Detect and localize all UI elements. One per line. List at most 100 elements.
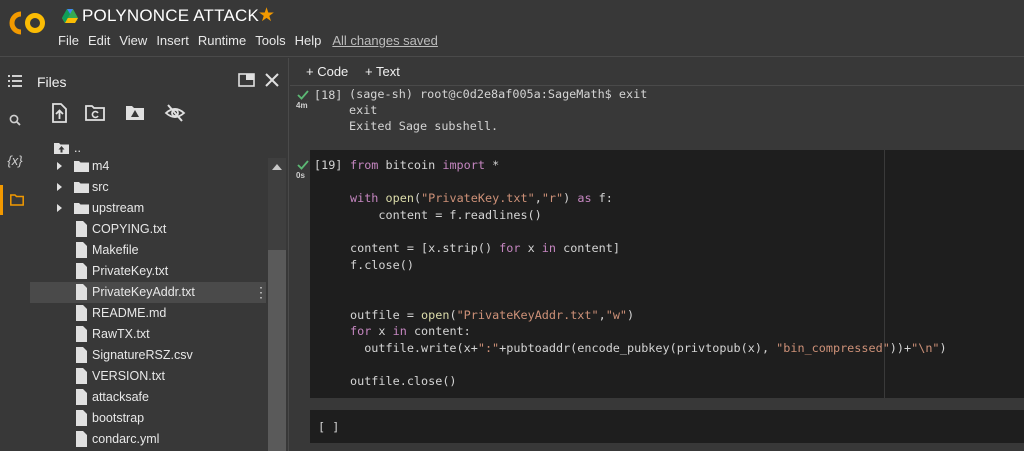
run-time: 4m xyxy=(296,101,308,110)
folder-item[interactable]: upstream xyxy=(30,198,266,219)
code-line: for x in content: xyxy=(350,324,471,338)
menu-runtime[interactable]: Runtime xyxy=(198,33,246,48)
code-line: content = [x.strip() for x in content] xyxy=(350,241,620,255)
code-line: from bitcoin import * xyxy=(350,158,500,172)
file-icon xyxy=(76,305,87,321)
file-item[interactable]: SignatureRSZ.csv xyxy=(30,345,266,366)
files-title: Files xyxy=(37,74,67,90)
drive-icon xyxy=(62,9,78,23)
file-name: SignatureRSZ.csv xyxy=(92,348,193,362)
file-name: attacksafe xyxy=(92,390,149,404)
save-status-link[interactable]: All changes saved xyxy=(332,33,438,48)
star-icon[interactable]: ★ xyxy=(258,4,275,27)
output-line: exit xyxy=(349,103,378,117)
scroll-up-icon[interactable] xyxy=(272,164,282,170)
add-text-button[interactable]: + Text xyxy=(365,64,400,79)
file-item[interactable]: COPYING.txt xyxy=(30,219,266,240)
variables-icon[interactable]: {x} xyxy=(0,145,30,175)
file-icon xyxy=(76,431,87,447)
menu-file[interactable]: File xyxy=(58,33,79,48)
empty-code-cell[interactable]: [ ] xyxy=(310,410,1024,443)
folder-up-icon xyxy=(54,143,69,154)
file-icon xyxy=(76,326,87,342)
hide-files-icon[interactable] xyxy=(164,102,186,124)
upload-icon[interactable] xyxy=(48,102,70,124)
output-line: (sage-sh) root@c0d2e8af005a:SageMath$ ex… xyxy=(349,87,648,101)
file-item[interactable]: PrivateKey.txt xyxy=(30,261,266,282)
code-cell-19[interactable]: [19] from bitcoin import * with open("Pr… xyxy=(310,150,1024,398)
output-line: Exited Sage subshell. xyxy=(349,119,499,133)
file-item[interactable]: bootstrap xyxy=(30,408,266,429)
close-icon[interactable] xyxy=(262,70,282,90)
cell-18-output: 4m [18] (sage-sh) root@c0d2e8af005a:Sage… xyxy=(290,86,1024,142)
menu-help[interactable]: Help xyxy=(295,33,322,48)
file-name: PrivateKey.txt xyxy=(92,264,169,278)
check-icon xyxy=(297,160,309,170)
chevron-right-icon[interactable] xyxy=(54,161,64,171)
search-icon[interactable] xyxy=(0,105,30,135)
file-icon xyxy=(76,347,87,363)
code-line: f.close() xyxy=(350,258,414,272)
refresh-folder-icon[interactable] xyxy=(84,102,106,124)
menu-tools[interactable]: Tools xyxy=(255,33,285,48)
code-line: outfile.close() xyxy=(350,374,457,388)
folder-icon xyxy=(74,203,89,214)
code-line: with open("PrivateKey.txt","r") as f: xyxy=(350,191,613,205)
line-length-ruler xyxy=(884,150,885,398)
more-vert-icon[interactable]: ⋮ xyxy=(254,284,268,301)
file-item[interactable]: VERSION.txt xyxy=(30,366,266,387)
file-icon xyxy=(76,242,87,258)
file-name: bootstrap xyxy=(92,411,145,425)
folder-item[interactable]: m4 xyxy=(30,156,266,177)
open-in-tab-icon[interactable] xyxy=(237,70,257,90)
file-item[interactable]: Makefile xyxy=(30,240,266,261)
file-icon xyxy=(76,410,87,426)
toc-icon[interactable] xyxy=(0,66,30,96)
menu-view[interactable]: View xyxy=(119,33,147,48)
file-name: condarc.yml xyxy=(92,432,160,446)
file-name: m4 xyxy=(92,159,110,173)
header: POLYNONCE ATTACK ★ File Edit View Insert… xyxy=(0,0,1024,57)
code-line: content = f.readlines() xyxy=(350,208,542,222)
scrollbar-thumb[interactable] xyxy=(268,250,286,451)
cell-prompt[interactable]: [ ] xyxy=(318,420,339,434)
folder-item[interactable]: src xyxy=(30,177,266,198)
notebook-title[interactable]: POLYNONCE ATTACK xyxy=(82,6,259,26)
mount-drive-icon[interactable] xyxy=(124,102,146,124)
check-icon xyxy=(297,90,309,100)
menu-edit[interactable]: Edit xyxy=(88,33,110,48)
chevron-right-icon[interactable] xyxy=(54,182,64,192)
file-name: Makefile xyxy=(92,243,139,257)
colab-logo[interactable] xyxy=(8,10,46,36)
file-icon xyxy=(76,389,87,405)
add-code-button[interactable]: + Code xyxy=(306,64,348,79)
file-item[interactable]: README.md xyxy=(30,303,266,324)
files-scrollbar[interactable] xyxy=(268,158,286,451)
files-panel: Files .. m4 src upstream COPYING.txt Mak… xyxy=(30,58,289,451)
file-name: COPYING.txt xyxy=(92,222,167,236)
notebook-area: + Code + Text 4m [18] (sage-sh) root@c0d… xyxy=(290,58,1024,451)
menu-insert[interactable]: Insert xyxy=(156,33,189,48)
chevron-right-icon[interactable] xyxy=(54,203,64,213)
file-icon xyxy=(76,221,87,237)
parent-folder-label: .. xyxy=(74,141,81,155)
file-name: RawTX.txt xyxy=(92,327,150,341)
file-name: PrivateKeyAddr.txt xyxy=(92,285,195,299)
file-item-selected[interactable]: PrivateKeyAddr.txt ⋮ xyxy=(30,282,268,303)
file-name: VERSION.txt xyxy=(92,369,165,383)
file-name: upstream xyxy=(92,201,145,215)
folder-icon xyxy=(74,182,89,193)
file-icon xyxy=(76,263,87,279)
run-time: 0s xyxy=(296,171,305,180)
file-icon xyxy=(76,284,87,300)
file-item[interactable]: RawTX.txt xyxy=(30,324,266,345)
folder-icon[interactable] xyxy=(0,185,30,215)
file-item[interactable]: condarc.yml xyxy=(30,429,266,450)
code-line: outfile = open("PrivateKeyAddr.txt","w") xyxy=(350,308,635,322)
cell-prompt: [18] xyxy=(314,88,343,102)
menu-bar: File Edit View Insert Runtime Tools Help… xyxy=(58,33,447,48)
folder-icon xyxy=(74,161,89,172)
cell-prompt: [19] xyxy=(314,158,343,172)
file-name: README.md xyxy=(92,306,167,320)
file-item[interactable]: attacksafe xyxy=(30,387,266,408)
